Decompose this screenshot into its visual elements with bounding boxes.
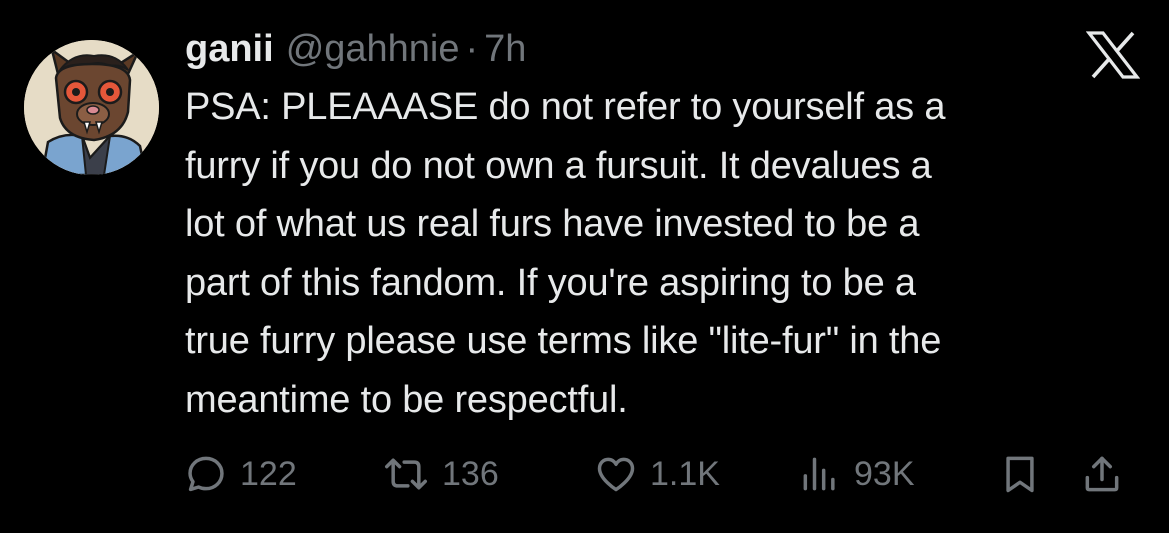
like-button[interactable]: 1.1K — [594, 447, 720, 501]
views-button[interactable]: 93K — [798, 447, 915, 501]
retweet-count: 136 — [442, 454, 499, 493]
tweet-body-line: part of this fandom. If you're aspiring … — [185, 261, 916, 304]
reply-count: 122 — [240, 454, 297, 493]
avatar[interactable] — [24, 40, 159, 175]
heart-icon — [597, 457, 635, 492]
user-handle[interactable]: @gahhnie — [286, 24, 460, 74]
share-button[interactable] — [1080, 447, 1124, 501]
reply-button[interactable]: 122 — [184, 447, 297, 501]
retweet-icon — [385, 458, 427, 490]
timestamp[interactable]: 7h — [484, 24, 526, 74]
tweet-card: ganii @gahhnie · 7h PSA: PLEAAASE do not… — [0, 0, 1169, 533]
retweet-button[interactable]: 136 — [382, 447, 499, 501]
tweet-body-line: meantime to be respectful. — [185, 378, 628, 421]
tweet-body-line: furry if you do not own a fursuit. It de… — [185, 144, 932, 187]
action-bar: 122 136 1.1K 93K — [184, 447, 1144, 501]
display-name[interactable]: ganii — [185, 24, 274, 74]
like-count: 1.1K — [650, 454, 720, 493]
header-separator: · — [465, 28, 479, 70]
reply-icon — [188, 456, 224, 492]
bookmark-icon — [1006, 456, 1034, 493]
tweet-body: PSA: PLEAAASE do not refer to yourself a… — [185, 78, 1135, 429]
tweet-body-line: PSA: PLEAAASE do not refer to yourself a… — [185, 86, 946, 128]
tweet-body-line: true furry please use terms like "lite-f… — [185, 320, 942, 362]
bookmark-button[interactable] — [998, 447, 1042, 501]
views-icon — [803, 457, 835, 491]
furry-avatar-icon — [24, 40, 159, 175]
x-logo-icon — [1085, 30, 1141, 80]
views-count: 93K — [854, 454, 915, 493]
share-icon — [1085, 456, 1119, 492]
tweet-body-line: lot of what us real furs have invested t… — [185, 203, 920, 245]
tweet-header: ganii @gahhnie · 7h — [185, 24, 526, 74]
